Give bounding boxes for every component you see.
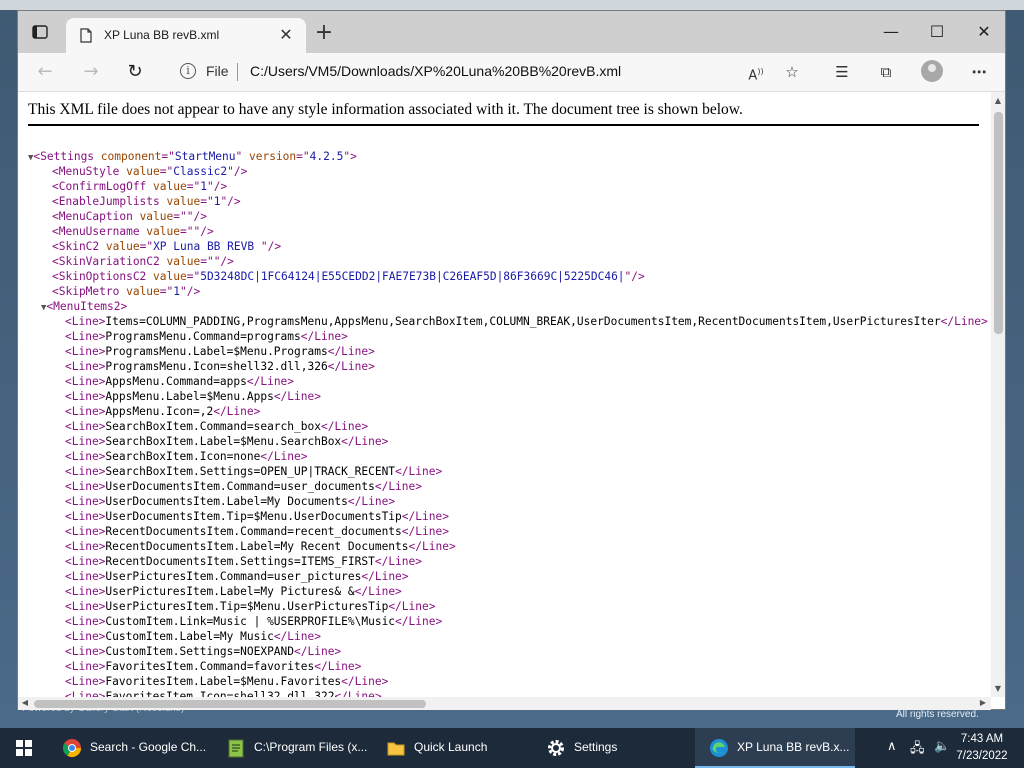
xml-line-element: <Line>SearchBoxItem.Command=search_box</… <box>65 420 369 433</box>
xml-line-element: <Line>Items=COLUMN_PADDING,ProgramsMenu,… <box>65 315 988 328</box>
xml-line-element: <Line>SearchBoxItem.Icon=none</Line> <box>65 450 308 463</box>
address-bar[interactable]: C:/Users/VM5/Downloads/XP%20Luna%20BB%20… <box>250 63 621 79</box>
browser-window: XP Luna BB revB.xml ✕ + — ☐ ✕ ← → ↻ i Fi… <box>17 10 1006 710</box>
taskbar-item-program-files[interactable]: C:\Program Files (x... <box>212 728 372 768</box>
taskbar-item-settings[interactable]: Settings <box>532 728 692 768</box>
add-favorite-icon[interactable]: ☆ <box>781 61 803 83</box>
taskbar-clock[interactable]: 7:43 AM 7/23/2022 <box>950 731 1014 765</box>
clock-date: 7/23/2022 <box>956 750 1008 762</box>
xml-line-element: <Line>CustomItem.Settings=NOEXPAND</Line… <box>65 645 342 658</box>
forward-arrow-icon[interactable]: → <box>78 59 104 85</box>
close-tab-icon[interactable]: ✕ <box>276 25 296 45</box>
new-tab-icon[interactable]: + <box>314 22 334 44</box>
volume-icon[interactable]: 🔈 <box>934 739 950 754</box>
xml-line-element: <Line>FavoritesItem.Command=favorites</L… <box>65 660 362 673</box>
read-aloud-icon[interactable]: A)) <box>745 61 767 83</box>
scroll-up-icon[interactable]: ▲ <box>991 96 1005 105</box>
info-icon[interactable]: i <box>180 63 196 79</box>
document-icon <box>80 28 92 43</box>
xml-line-element: <Line>UserPicturesItem.Label=My Pictures… <box>65 585 402 598</box>
title-bar: XP Luna BB revB.xml ✕ + — ☐ ✕ <box>18 11 1005 53</box>
desktop-footer-right-text: All rights reserved. <box>896 709 979 720</box>
tab-title: XP Luna BB revB.xml <box>104 28 220 42</box>
xml-line-element: <Line>AppsMenu.Label=$Menu.Apps</Line> <box>65 390 321 403</box>
taskbar-item-label: Quick Launch <box>414 740 488 754</box>
document-viewport: This XML file does not appear to have an… <box>18 92 991 697</box>
xml-line-element: <Line>FavoritesItem.Icon=shell32.dll,322… <box>65 690 382 697</box>
xml-line-element: <Line>UserDocumentsItem.Tip=$Menu.UserDo… <box>65 510 449 523</box>
minimize-icon[interactable]: — <box>871 21 911 43</box>
xml-setting-element: <EnableJumplists value="1"/> <box>52 195 241 208</box>
tab-actions-icon[interactable] <box>32 25 48 39</box>
xml-line-element: <Line>RecentDocumentsItem.Command=recent… <box>65 525 449 538</box>
taskbar-item-label: C:\Program Files (x... <box>254 740 368 754</box>
taskbar-item-label: XP Luna BB revB.x... <box>737 740 850 754</box>
scroll-down-icon[interactable]: ▼ <box>991 684 1005 693</box>
chrome-icon <box>62 739 81 758</box>
horizontal-scroll-thumb[interactable] <box>34 700 426 708</box>
taskbar-item-quick-launch[interactable]: Quick Launch <box>372 728 532 768</box>
vertical-scroll-thumb[interactable] <box>994 112 1003 334</box>
vertical-scrollbar[interactable]: ▲ ▼ <box>991 92 1005 697</box>
edge-icon <box>710 739 728 757</box>
horizontal-scrollbar[interactable]: ◀ ▶ <box>18 697 991 710</box>
scroll-left-icon[interactable]: ◀ <box>18 698 32 707</box>
clock-time: 7:43 AM <box>960 733 1004 745</box>
taskbar: Search - Google Ch... C:\Program Files (… <box>0 728 1024 768</box>
taskbar-item-label: Settings <box>574 740 618 754</box>
xml-setting-element: <SkipMetro value="1"/> <box>52 285 201 298</box>
favorites-icon[interactable]: ☰ <box>831 61 853 83</box>
xml-line-element: <Line>UserPicturesItem.Command=user_pict… <box>65 570 409 583</box>
xml-line-element: <Line>SearchBoxItem.Label=$Menu.SearchBo… <box>65 435 389 448</box>
xml-setting-element: <SkinVariationC2 value=""/> <box>52 255 234 268</box>
taskbar-item-label: Search - Google Ch... <box>90 740 207 754</box>
settings-gear-icon <box>548 740 564 756</box>
xml-line-element: <Line>ProgramsMenu.Label=$Menu.Programs<… <box>65 345 375 358</box>
xml-line-element: <Line>CustomItem.Label=My Music</Line> <box>65 630 321 643</box>
xml-line-element: <Line>RecentDocumentsItem.Settings=ITEMS… <box>65 555 422 568</box>
xml-line-element: <Line>AppsMenu.Command=apps</Line> <box>65 375 295 388</box>
more-menu-icon[interactable]: ⋯ <box>968 61 990 83</box>
tab-active[interactable]: XP Luna BB revB.xml ✕ <box>66 18 306 53</box>
close-window-icon[interactable]: ✕ <box>964 21 1004 43</box>
xml-line-element: <Line>AppsMenu.Icon=,2</Line> <box>65 405 261 418</box>
xml-line-element: <Line>ProgramsMenu.Icon=shell32.dll,326<… <box>65 360 375 373</box>
maximize-icon[interactable]: ☐ <box>917 21 957 43</box>
xml-line-element: <Line>RecentDocumentsItem.Label=My Recen… <box>65 540 456 553</box>
folder-icon <box>387 742 405 756</box>
xml-setting-element: <SkinC2 value="XP Luna BB REVB "/> <box>52 240 282 253</box>
profile-avatar[interactable] <box>921 60 943 82</box>
xml-line-element: <Line>SearchBoxItem.Settings=OPEN_UP|TRA… <box>65 465 443 478</box>
xml-setting-element: <SkinOptionsC2 value="5D3248DC|1FC64124|… <box>52 270 645 283</box>
xml-line-element: <Line>UserDocumentsItem.Command=user_doc… <box>65 480 422 493</box>
taskbar-item-edge[interactable]: XP Luna BB revB.x... <box>695 728 855 768</box>
windows-start-icon[interactable] <box>0 728 48 768</box>
xml-line-element: <Line>FavoritesItem.Label=$Menu.Favorite… <box>65 675 389 688</box>
xml-line-element: <Line>CustomItem.Link=Music | %USERPROFI… <box>65 615 443 628</box>
xml-setting-element: <MenuStyle value="Classic2"/> <box>52 165 248 178</box>
navigation-toolbar: ← → ↻ i File C:/Users/VM5/Downloads/XP%2… <box>18 53 1005 92</box>
taskbar-item-chrome[interactable]: Search - Google Ch... <box>48 728 212 768</box>
xml-setting-element: <MenuCaption value=""/> <box>52 210 207 223</box>
style-notice: This XML file does not appear to have an… <box>28 101 743 118</box>
refresh-icon[interactable]: ↻ <box>122 59 148 85</box>
xml-line-element: <Line>ProgramsMenu.Command=programs</Lin… <box>65 330 348 343</box>
xml-line-element: <Line>UserPicturesItem.Tip=$Menu.UserPic… <box>65 600 436 613</box>
notice-rule <box>28 124 979 126</box>
back-arrow-icon[interactable]: ← <box>32 59 58 85</box>
xml-root-element: ▼<Settings component="StartMenu" version… <box>28 150 357 163</box>
network-icon[interactable]: 🖧 <box>910 739 925 761</box>
address-divider <box>237 63 238 81</box>
xml-line-element: <Line>UserDocumentsItem.Label=My Documen… <box>65 495 396 508</box>
scroll-right-icon[interactable]: ▶ <box>976 698 990 707</box>
collections-icon[interactable]: ⧉ <box>875 61 897 83</box>
notepad-icon <box>228 739 244 758</box>
xml-setting-element: <MenuUsername value=""/> <box>52 225 214 238</box>
xml-menuitems-element: ▼<MenuItems2> <box>41 300 128 313</box>
show-hidden-icons-icon[interactable]: ∧ <box>887 739 897 754</box>
xml-setting-element: <ConfirmLogOff value="1"/> <box>52 180 228 193</box>
address-scheme-label: File <box>206 63 229 79</box>
